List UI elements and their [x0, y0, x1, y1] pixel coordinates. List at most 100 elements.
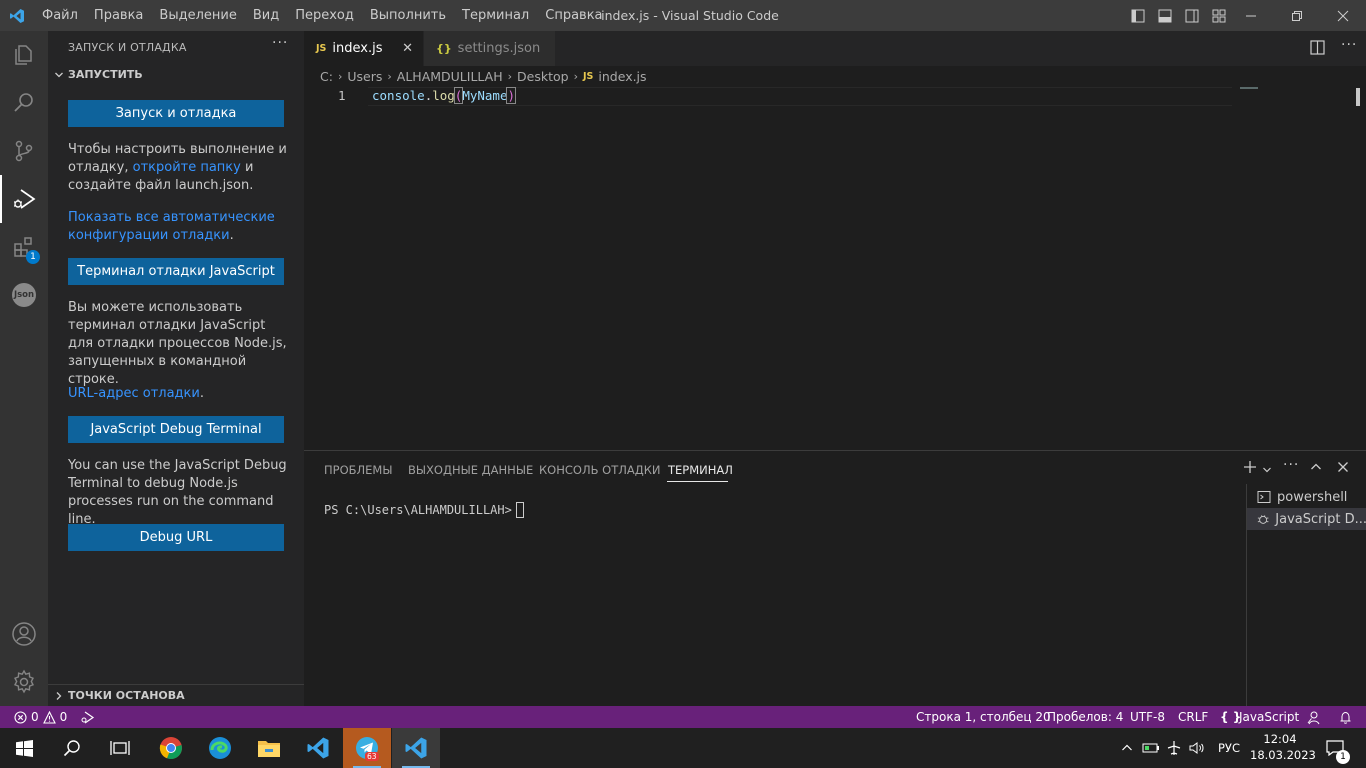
breadcrumb-users[interactable]: Users: [347, 69, 382, 84]
file-explorer-icon[interactable]: [245, 728, 293, 768]
toggle-sidebar-icon[interactable]: [1124, 0, 1151, 31]
airplane-icon[interactable]: [1163, 728, 1185, 768]
terminal-item-js-debug[interactable]: JavaScript D...: [1247, 508, 1366, 530]
task-view-icon[interactable]: [96, 728, 144, 768]
chrome-icon[interactable]: [147, 728, 195, 768]
minimize-icon[interactable]: [1228, 0, 1274, 31]
menu-file[interactable]: Файл: [34, 0, 86, 31]
telegram-badge: 63: [365, 752, 379, 761]
tab-terminal[interactable]: ТЕРМИНАЛ: [668, 463, 733, 477]
encoding[interactable]: UTF-8: [1130, 706, 1165, 728]
json-extension-icon[interactable]: Json: [0, 271, 48, 319]
clock[interactable]: 12:04 18.03.2023: [1250, 731, 1316, 763]
section-run-header[interactable]: ЗАПУСТИТЬ: [54, 68, 143, 81]
tab-debug-console[interactable]: КОНСОЛЬ ОТЛАДКИ: [539, 463, 660, 477]
restore-icon[interactable]: [1274, 0, 1320, 31]
setup-hint-text: Чтобы настроить выполнение и отладку, от…: [68, 141, 290, 195]
section-run-label: ЗАПУСТИТЬ: [68, 68, 143, 81]
explorer-icon[interactable]: [0, 31, 48, 79]
telegram-icon[interactable]: 63: [343, 728, 391, 768]
debug-url-link[interactable]: URL-адрес отладки: [68, 386, 200, 401]
maximize-panel-icon[interactable]: [1310, 461, 1322, 477]
code-object: console: [372, 88, 425, 103]
new-terminal-icon[interactable]: [1243, 460, 1257, 478]
close-panel-icon[interactable]: [1337, 461, 1349, 477]
panel-more-button[interactable]: ···: [1283, 457, 1299, 473]
vscode-taskbar-active-icon[interactable]: [392, 728, 440, 768]
terminal-icon: [1257, 491, 1271, 503]
editor-tabs: JS index.js ✕ {} settings.json ···: [304, 31, 1366, 66]
show-all-configs-link[interactable]: Показать все автоматические конфигурации…: [68, 210, 275, 243]
tray-chevron-up-icon[interactable]: [1116, 728, 1138, 768]
tab-output[interactable]: ВЫХОДНЫЕ ДАННЫЕ: [408, 463, 533, 477]
gear-icon[interactable]: [0, 658, 48, 706]
breakpoints-label: ТОЧКИ ОСТАНОВА: [68, 689, 185, 702]
windows-start-icon[interactable]: [0, 728, 48, 768]
feedback-icon[interactable]: [1306, 710, 1321, 728]
windows-taskbar: 63 РУС 12:04 18.03.2023 1: [0, 728, 1366, 768]
battery-icon[interactable]: [1140, 728, 1162, 768]
source-control-icon[interactable]: [0, 127, 48, 175]
breadcrumb-file[interactable]: index.js: [598, 69, 646, 84]
json-file-icon: {}: [436, 42, 452, 55]
menu-view[interactable]: Вид: [245, 0, 287, 31]
tab-problems[interactable]: ПРОБЛЕМЫ: [324, 463, 393, 477]
run-debug-icon[interactable]: [0, 175, 48, 223]
tab-index-js[interactable]: JS index.js ✕: [304, 31, 423, 66]
breadcrumb-user[interactable]: ALHAMDULILLAH: [397, 69, 503, 84]
menu-terminal[interactable]: Терминал: [454, 0, 537, 31]
debug-url-button[interactable]: Debug URL: [68, 524, 284, 551]
edge-icon[interactable]: [196, 728, 244, 768]
terminal-item-powershell[interactable]: powershell: [1247, 486, 1366, 508]
menu-run[interactable]: Выполнить: [362, 0, 454, 31]
close-window-icon[interactable]: [1320, 0, 1366, 31]
terminal-item-label: JavaScript D...: [1275, 511, 1366, 527]
line-ending[interactable]: CRLF: [1178, 706, 1208, 728]
code-editor[interactable]: 1 console.log(MyName): [304, 86, 1366, 450]
account-icon[interactable]: [0, 610, 48, 658]
editor-scrollbar[interactable]: [1356, 88, 1360, 106]
taskbar-search-icon[interactable]: [48, 728, 96, 768]
menu-edit[interactable]: Правка: [86, 0, 151, 31]
sidebar-run-debug: ЗАПУСК И ОТЛАДКА ··· ЗАПУСТИТЬ Запуск и …: [48, 31, 304, 706]
breadcrumb-drive[interactable]: C:: [320, 69, 333, 84]
terminal-output[interactable]: PS C:\Users\ALHAMDULILLAH>: [324, 502, 524, 518]
problems-status[interactable]: 0 0: [14, 706, 67, 728]
chevron-down-icon[interactable]: [1262, 463, 1272, 479]
menu-selection[interactable]: Выделение: [151, 0, 244, 31]
breakpoints-section-header[interactable]: ТОЧКИ ОСТАНОВА: [48, 684, 304, 706]
menu-go[interactable]: Переход: [287, 0, 362, 31]
error-count: 0: [31, 710, 39, 724]
bell-icon[interactable]: [1338, 710, 1353, 728]
terminal-list: powershell JavaScript D...: [1246, 484, 1366, 706]
split-editor-icon[interactable]: [1310, 40, 1325, 59]
vscode-taskbar-icon[interactable]: [294, 728, 342, 768]
code-line[interactable]: console.log(MyName): [372, 87, 516, 104]
code-function: log: [432, 88, 455, 103]
language-mode[interactable]: JavaScript: [1239, 706, 1299, 728]
js-debug-terminal-button[interactable]: JavaScript Debug Terminal: [68, 416, 284, 443]
tab-settings-json[interactable]: {} settings.json: [424, 31, 555, 66]
notifications-icon[interactable]: 1: [1322, 728, 1350, 768]
open-folder-link[interactable]: откройте папку: [133, 160, 241, 175]
breadcrumb-desktop[interactable]: Desktop: [517, 69, 569, 84]
js-file-icon: JS: [583, 70, 594, 82]
run-and-debug-button[interactable]: Запуск и отладка: [68, 100, 284, 127]
debug-launch-icon[interactable]: [80, 710, 95, 728]
editor-more-button[interactable]: ···: [1341, 37, 1357, 53]
search-icon[interactable]: [0, 79, 48, 127]
title-bar: Файл Правка Выделение Вид Переход Выполн…: [0, 0, 1366, 31]
extensions-icon[interactable]: 1: [0, 223, 48, 271]
show-configs-text: Показать все автоматические конфигурации…: [68, 209, 290, 245]
activity-bar: 1 Json: [0, 31, 48, 706]
sidebar-more-button[interactable]: ···: [272, 35, 288, 51]
toggle-panel-icon[interactable]: [1151, 0, 1178, 31]
js-debug-terminal-button-ru[interactable]: Терминал отладки JavaScript: [68, 258, 284, 285]
toggle-secondary-sidebar-icon[interactable]: [1178, 0, 1205, 31]
close-icon[interactable]: ✕: [402, 41, 413, 56]
indentation[interactable]: Пробелов: 4: [1047, 706, 1123, 728]
input-language[interactable]: РУС: [1218, 728, 1240, 768]
minimap[interactable]: [1240, 87, 1258, 89]
cursor-position[interactable]: Строка 1, столбец 20: [916, 706, 1051, 728]
volume-icon[interactable]: [1186, 728, 1208, 768]
